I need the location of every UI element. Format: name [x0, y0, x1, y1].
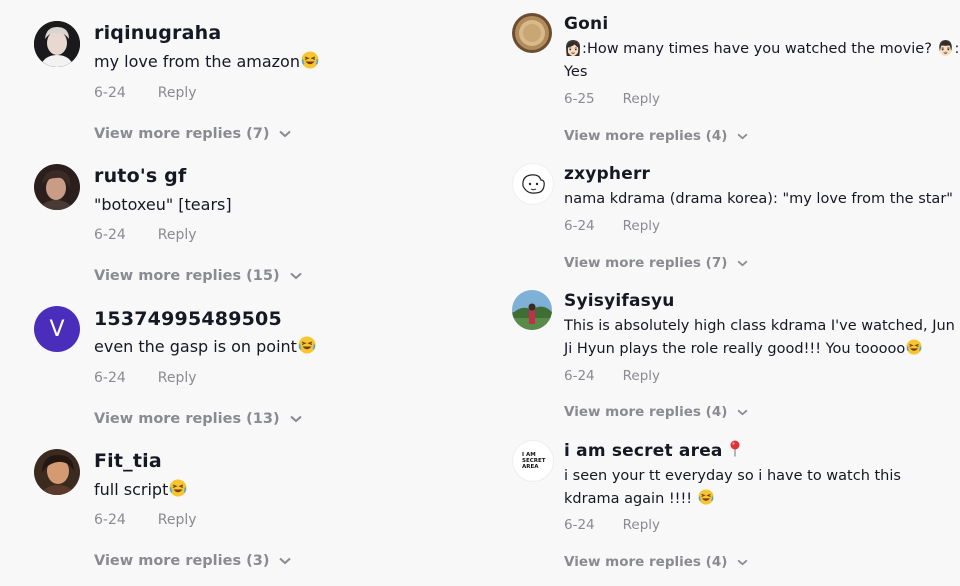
chevron-down-icon — [737, 255, 748, 271]
comment-meta: 6-24 Reply — [564, 517, 660, 533]
comment-text: 👩🏻:How many times have you watched the m… — [564, 41, 960, 80]
comment-date: 6-24 — [94, 370, 126, 386]
view-more-replies-button[interactable]: View more replies (7) — [94, 126, 292, 142]
user-avatar[interactable] — [512, 290, 552, 330]
comment-text: "botoxeu" [tears] — [94, 195, 232, 214]
reply-button[interactable]: Reply — [158, 85, 197, 101]
chevron-down-icon — [737, 554, 748, 570]
comment-meta: 6-25 Reply — [564, 91, 660, 107]
user-avatar[interactable] — [512, 13, 552, 53]
laughing-emoji — [698, 489, 714, 513]
view-more-replies-button[interactable]: View more replies (13) — [94, 411, 302, 427]
avatar-text: I AM SECRET AREA — [522, 452, 546, 470]
comment-username[interactable]: Syisyifasyu — [564, 291, 675, 311]
user-avatar[interactable] — [34, 21, 80, 67]
view-more-replies-button[interactable]: View more replies (7) — [564, 255, 748, 271]
view-more-replies-button[interactable]: View more replies (4) — [564, 404, 748, 420]
comment-username[interactable]: 15374995489505 — [94, 308, 282, 330]
reply-button[interactable]: Reply — [623, 368, 660, 384]
comment-date: 6-24 — [94, 227, 126, 243]
pushpin-icon — [729, 440, 741, 462]
comment-date: 6-24 — [564, 517, 595, 533]
comment-username[interactable]: Goni — [564, 14, 608, 34]
view-more-replies-button[interactable]: View more replies (4) — [564, 554, 748, 570]
reply-button[interactable]: Reply — [623, 218, 660, 234]
comment-meta: 6-24 Reply — [94, 227, 197, 243]
comment-date: 6-24 — [564, 368, 595, 384]
comment-username[interactable]: i am secret area — [564, 440, 741, 462]
chevron-down-icon — [289, 411, 302, 427]
comment-date: 6-24 — [564, 218, 595, 234]
comment-meta: 6-24 Reply — [94, 512, 197, 528]
comment-meta: 6-24 Reply — [94, 85, 197, 101]
comment-meta: 6-24 Reply — [94, 370, 197, 386]
reply-button[interactable]: Reply — [623, 91, 660, 107]
user-avatar[interactable]: V — [34, 306, 80, 352]
view-more-replies-button[interactable]: View more replies (3) — [94, 553, 292, 569]
avatar-letter: V — [49, 316, 65, 342]
view-more-replies-button[interactable]: View more replies (15) — [94, 268, 302, 284]
comment-meta: 6-24 Reply — [564, 218, 660, 234]
comment-date: 6-24 — [94, 512, 126, 528]
chevron-down-icon — [737, 404, 748, 420]
comment-username[interactable]: ruto's gf — [94, 165, 186, 187]
comment-text: full script — [94, 479, 187, 503]
user-avatar[interactable]: I AM SECRET AREA — [512, 440, 554, 482]
comment-date: 6-24 — [94, 85, 126, 101]
comment-username[interactable]: zxypherr — [564, 164, 650, 184]
laughing-emoji — [169, 479, 187, 503]
chevron-down-icon — [279, 126, 292, 142]
comment-text: nama kdrama (drama korea): "my love from… — [564, 191, 953, 207]
reply-button[interactable]: Reply — [158, 370, 197, 386]
reply-button[interactable]: Reply — [158, 512, 197, 528]
chevron-down-icon — [737, 128, 748, 144]
reply-button[interactable]: Reply — [623, 517, 660, 533]
comment-text: even the gasp is on point — [94, 336, 316, 360]
comment-text: i seen your tt everyday so i have to wat… — [564, 465, 960, 513]
user-avatar[interactable] — [512, 163, 554, 205]
comment-text: This is absolutely high class kdrama I'v… — [564, 315, 960, 363]
user-avatar[interactable] — [34, 449, 80, 495]
chevron-down-icon — [289, 268, 302, 284]
laughing-emoji — [301, 51, 319, 75]
comment-username[interactable]: riqinugraha — [94, 22, 221, 44]
laughing-emoji — [298, 336, 316, 360]
laughing-emoji — [906, 339, 922, 363]
view-more-replies-button[interactable]: View more replies (4) — [564, 128, 748, 144]
comment-date: 6-25 — [564, 91, 595, 107]
user-avatar[interactable] — [34, 164, 80, 210]
comment-text: my love from the amazon — [94, 51, 319, 75]
reply-button[interactable]: Reply — [158, 227, 197, 243]
comment-username[interactable]: Fit_tia — [94, 450, 162, 472]
comment-meta: 6-24 Reply — [564, 368, 660, 384]
chevron-down-icon — [279, 553, 292, 569]
